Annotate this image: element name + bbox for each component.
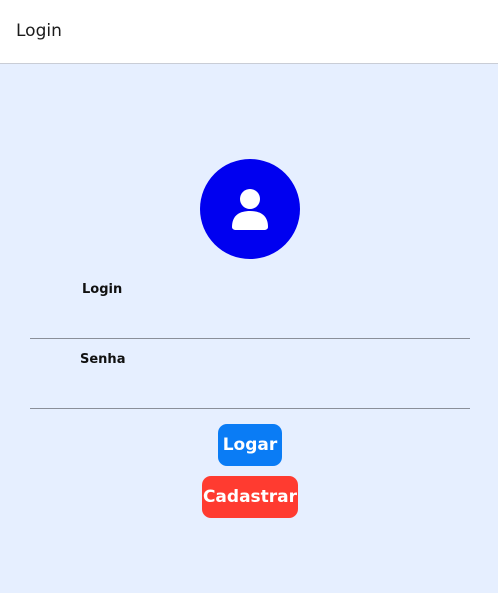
login-screen: Login Senha Logar Cadastrar xyxy=(0,64,498,593)
avatar xyxy=(200,159,300,259)
login-label: Login xyxy=(82,282,123,297)
user-icon xyxy=(232,189,268,230)
logar-button[interactable]: Logar xyxy=(218,424,282,466)
cadastrar-button[interactable]: Cadastrar xyxy=(202,476,298,518)
senha-input[interactable] xyxy=(30,379,470,409)
app-header: Login xyxy=(0,0,498,64)
login-input[interactable] xyxy=(30,309,470,339)
senha-label: Senha xyxy=(80,352,126,367)
page-title: Login xyxy=(16,21,62,41)
